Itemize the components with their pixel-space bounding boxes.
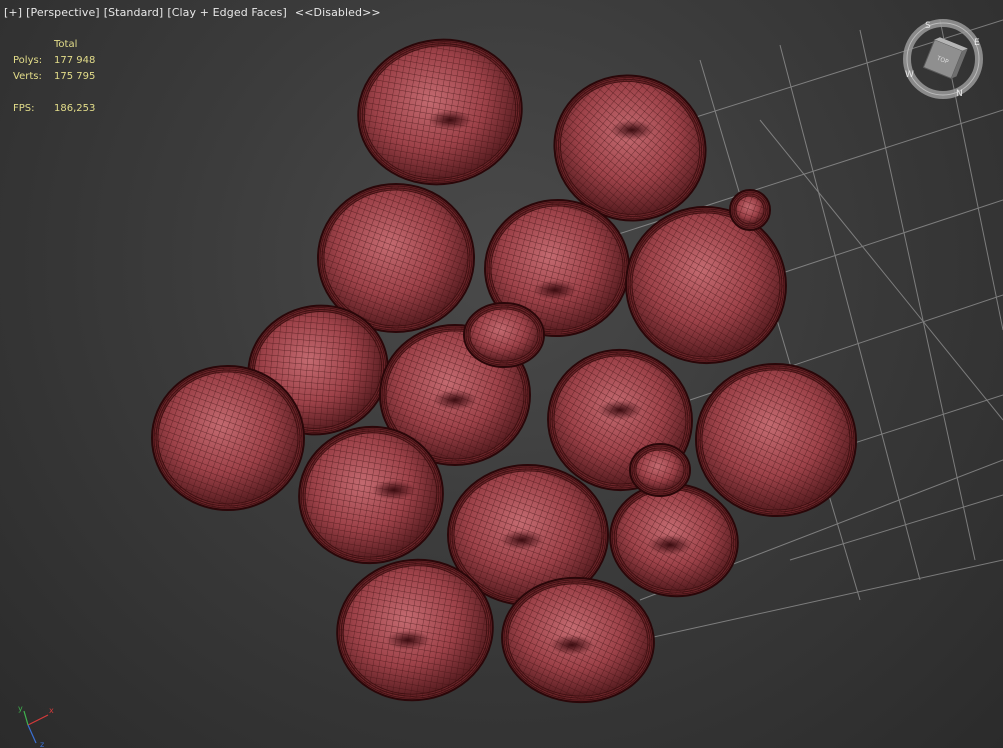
axis-z-label: z	[40, 740, 44, 748]
viewport-menu-standard[interactable]: [Standard]	[104, 6, 164, 19]
mesh-indent	[610, 120, 654, 140]
mesh-indent	[428, 110, 472, 130]
mesh-group[interactable]	[151, 27, 862, 713]
scene-viewport[interactable]: x y z	[0, 0, 1003, 748]
viewport-label-bar: [+] [Perspective] [Standard] [Clay + Edg…	[4, 4, 381, 20]
axis-y-line	[23, 710, 29, 726]
mesh-indent	[433, 390, 477, 410]
axis-z-line	[27, 724, 37, 744]
axis-y-label: y	[18, 704, 23, 713]
stats-verts-label: Verts:	[13, 71, 42, 82]
stats-polys-value: 177 948	[54, 55, 96, 66]
stats-verts-value: 175 795	[54, 71, 96, 82]
stats-total-header: Total	[54, 39, 78, 50]
viewport-menu-perspective[interactable]: [Perspective]	[26, 6, 100, 19]
mesh-indent	[550, 635, 594, 655]
axis-gizmo: x y z	[18, 704, 54, 748]
compass-w-label[interactable]: W	[905, 70, 914, 80]
stats-fps-label: FPS:	[13, 103, 35, 114]
stats-polys-label: Polys:	[13, 55, 43, 66]
axis-x-line	[27, 714, 49, 726]
viewcube[interactable]: TOP S E N W	[898, 14, 988, 104]
axis-x-label: x	[49, 706, 54, 715]
mesh-indent	[372, 480, 416, 500]
viewport-menu-plus[interactable]: [+]	[4, 6, 22, 19]
mesh-object[interactable]	[729, 189, 771, 231]
mesh-indent	[386, 630, 430, 650]
mesh-indent	[533, 280, 577, 300]
compass-e-label[interactable]: E	[974, 38, 980, 48]
mesh-object[interactable]	[614, 194, 799, 375]
mesh-object[interactable]	[151, 365, 305, 511]
compass-s-label[interactable]: S	[925, 21, 931, 31]
mesh-indent	[500, 530, 544, 550]
mesh-object[interactable]	[629, 443, 691, 497]
stats-fps-value: 186,253	[54, 103, 96, 114]
viewcube-cube[interactable]: TOP	[922, 36, 968, 80]
mesh-indent	[648, 535, 692, 555]
mesh-object[interactable]	[463, 302, 545, 368]
viewport-menu-shading[interactable]: [Clay + Edged Faces]	[167, 6, 287, 19]
mesh-indent	[598, 400, 642, 420]
compass-n-label[interactable]: N	[956, 89, 963, 99]
viewport-menu-disabled[interactable]: <<Disabled>>	[295, 6, 381, 19]
statistics-overlay: Total Polys: 177 948 Verts: 175 795 FPS: 18…	[13, 37, 114, 117]
